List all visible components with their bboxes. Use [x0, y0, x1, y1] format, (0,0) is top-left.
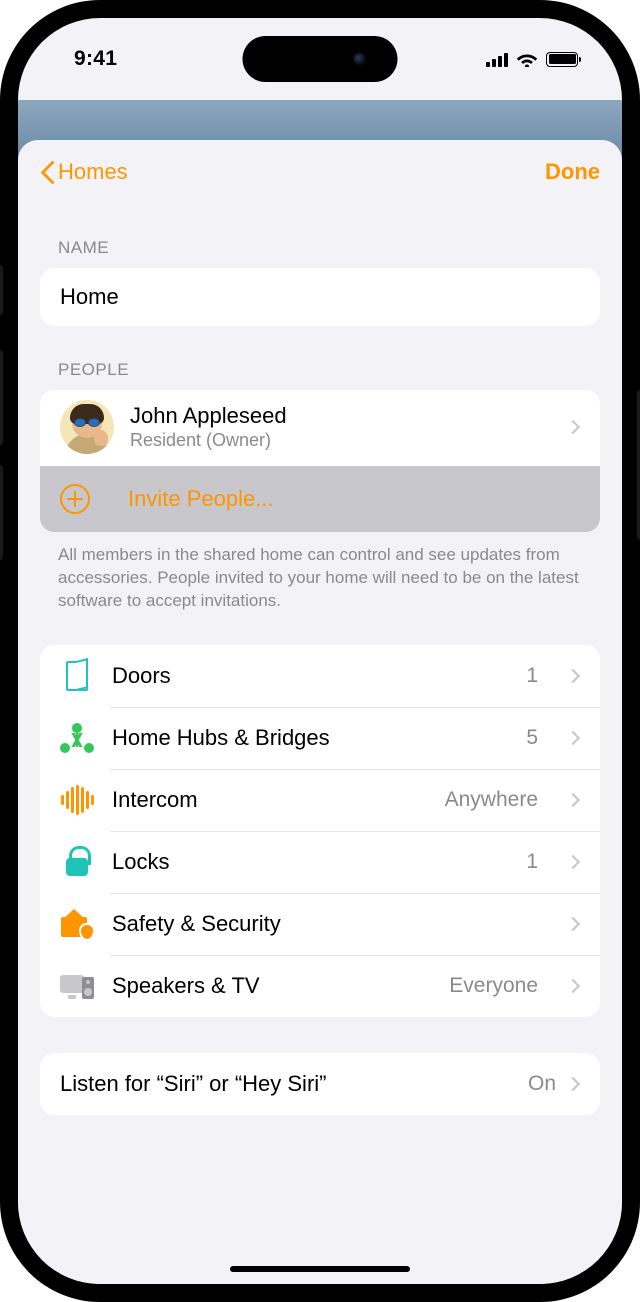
- intercom-icon: [60, 783, 94, 817]
- chevron-right-icon: [566, 731, 580, 745]
- category-speakers[interactable]: Speakers & TV Everyone: [40, 955, 600, 1017]
- category-value: 1: [526, 850, 538, 874]
- people-card: John Appleseed Resident (Owner) Invite P…: [40, 390, 600, 532]
- category-intercom[interactable]: Intercom Anywhere: [40, 769, 600, 831]
- category-label: Speakers & TV: [112, 973, 431, 999]
- categories-card: Doors 1 Home Hubs & Bridges 5 Intercom A…: [40, 645, 600, 1017]
- category-hubs[interactable]: Home Hubs & Bridges 5: [40, 707, 600, 769]
- category-value: 5: [526, 726, 538, 750]
- chevron-right-icon: [566, 855, 580, 869]
- chevron-right-icon: [566, 1077, 580, 1091]
- chevron-right-icon: [566, 420, 580, 434]
- side-button: [0, 265, 3, 315]
- category-safety[interactable]: Safety & Security: [40, 893, 600, 955]
- person-role: Resident (Owner): [130, 430, 287, 451]
- category-doors[interactable]: Doors 1: [40, 645, 600, 707]
- people-footer: All members in the shared home can contr…: [40, 532, 600, 613]
- invite-label: Invite People...: [110, 486, 274, 512]
- screen: 9:41 Homes Done NAME: [18, 18, 622, 1284]
- chevron-right-icon: [566, 917, 580, 931]
- home-name-input[interactable]: [60, 284, 580, 310]
- name-header: NAME: [40, 204, 600, 268]
- plus-icon: [60, 484, 90, 514]
- phone-frame: 9:41 Homes Done NAME: [0, 0, 640, 1302]
- invite-people-button[interactable]: Invite People...: [40, 466, 600, 532]
- hub-icon: [60, 721, 94, 755]
- cellular-icon: [486, 52, 508, 67]
- category-label: Locks: [112, 849, 508, 875]
- chevron-right-icon: [566, 979, 580, 993]
- category-locks[interactable]: Locks 1: [40, 831, 600, 893]
- wifi-icon: [516, 51, 538, 67]
- siri-row[interactable]: Listen for “Siri” or “Hey Siri” On: [40, 1053, 600, 1115]
- settings-sheet: Homes Done NAME PEOPLE: [18, 140, 622, 1284]
- category-label: Doors: [112, 663, 508, 689]
- category-label: Safety & Security: [112, 911, 520, 937]
- category-value: 1: [526, 664, 538, 688]
- name-card: [40, 268, 600, 326]
- home-indicator[interactable]: [230, 1266, 410, 1272]
- siri-card: Listen for “Siri” or “Hey Siri” On: [40, 1053, 600, 1115]
- siri-value: On: [528, 1072, 556, 1096]
- chevron-left-icon: [40, 160, 54, 184]
- chevron-right-icon: [566, 669, 580, 683]
- dynamic-island: [243, 36, 398, 82]
- category-label: Intercom: [112, 787, 427, 813]
- home-name-row[interactable]: [40, 268, 600, 326]
- siri-label: Listen for “Siri” or “Hey Siri”: [60, 1071, 528, 1097]
- nav-bar: Homes Done: [18, 140, 622, 204]
- person-row[interactable]: John Appleseed Resident (Owner): [40, 390, 600, 466]
- safety-icon: [60, 907, 94, 941]
- category-label: Home Hubs & Bridges: [112, 725, 508, 751]
- person-name: John Appleseed: [130, 403, 287, 429]
- status-icons: [486, 51, 578, 67]
- back-label: Homes: [58, 159, 128, 185]
- side-button: [0, 350, 3, 445]
- avatar: [60, 400, 114, 454]
- people-header: PEOPLE: [40, 326, 600, 390]
- lock-icon: [60, 845, 94, 879]
- speakers-icon: [60, 969, 94, 1003]
- done-button[interactable]: Done: [545, 159, 600, 185]
- chevron-right-icon: [566, 793, 580, 807]
- side-button: [0, 465, 3, 560]
- back-button[interactable]: Homes: [40, 159, 128, 185]
- category-value: Everyone: [449, 974, 538, 998]
- door-icon: [60, 659, 94, 693]
- category-value: Anywhere: [445, 788, 538, 812]
- battery-icon: [546, 52, 578, 67]
- status-time: 9:41: [74, 47, 117, 71]
